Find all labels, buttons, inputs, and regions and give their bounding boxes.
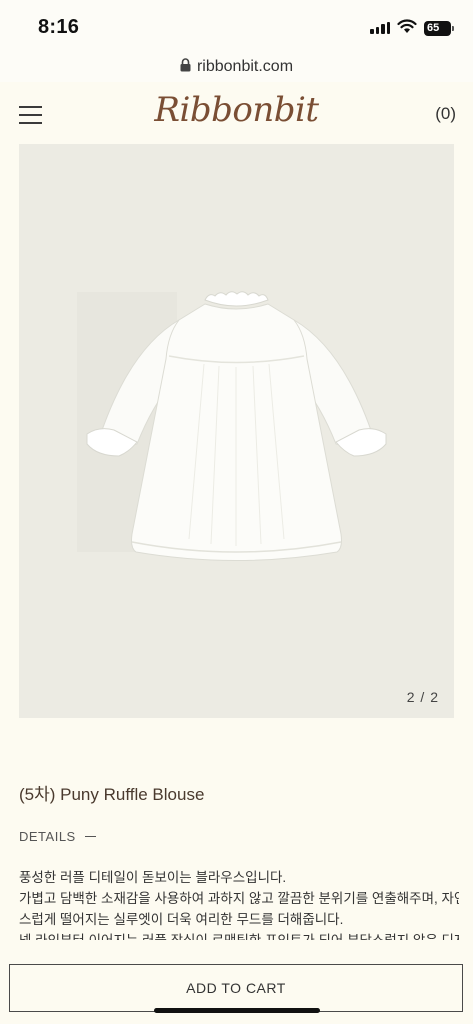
wifi-icon <box>397 19 417 33</box>
address-bar[interactable]: ribbonbit.com <box>0 54 473 82</box>
url-display[interactable]: ribbonbit.com <box>0 58 473 76</box>
battery-level: 65 <box>427 22 440 34</box>
cart-count[interactable]: (0) <box>435 104 456 124</box>
description-line: 가볍고 담백한 소재감을 사용하여 과하지 않고 깔끔한 분위기를 연출해주며,… <box>19 891 459 906</box>
battery-icon: 65 <box>424 21 451 36</box>
product-image[interactable]: 2 / 2 <box>19 144 454 718</box>
battery-cap <box>452 26 454 31</box>
details-label: DETAILS <box>19 829 76 844</box>
product-title: (5차) Puny Ruffle Blouse <box>19 785 205 804</box>
site-content: Ribbonbit (0) 2 / 2 (5차) Puny Ruffle Blo… <box>0 82 473 1024</box>
status-time: 8:16 <box>38 16 80 38</box>
description-line: 스럽게 떨어지는 실루엣이 더욱 여리한 무드를 더해줍니다. <box>19 912 344 927</box>
collapse-dash-icon <box>84 836 96 837</box>
add-to-cart-button[interactable]: ADD TO CART <box>9 964 463 1012</box>
description-line: 풍성한 러플 디테일이 돋보이는 블라우스입니다. <box>19 870 287 885</box>
details-toggle[interactable]: DETAILS <box>19 829 96 844</box>
product-description: 풍성한 러플 디테일이 돋보이는 블라우스입니다. 가볍고 담백한 소재감을 사… <box>19 867 459 951</box>
url-text: ribbonbit.com <box>196 58 294 75</box>
site-logo[interactable]: Ribbonbit <box>0 90 473 130</box>
slide-counter: 2 / 2 <box>406 689 439 705</box>
blouse-image <box>77 291 387 561</box>
signal-icon <box>370 22 390 34</box>
status-bar: 8:16 65 <box>0 0 473 54</box>
home-indicator[interactable] <box>154 1008 320 1013</box>
lock-icon <box>180 58 191 72</box>
